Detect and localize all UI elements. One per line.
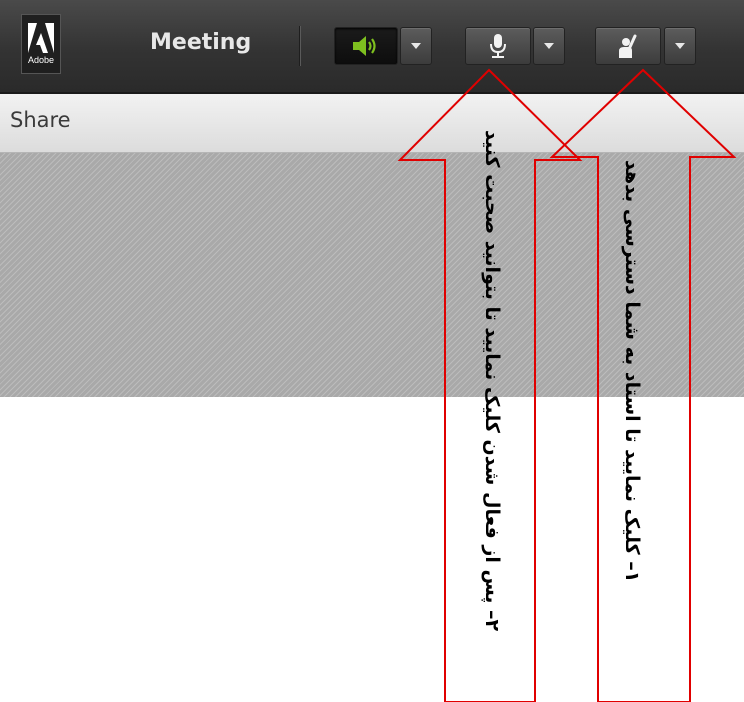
instruction-1: ۱– کلیک نمایید تا استاد به شما دسترسی بد…	[621, 160, 643, 583]
arrow-to-raise-hand	[549, 68, 737, 702]
instruction-2: ۲– پس از فعال شدن کلیک نمایید تا بتوانید…	[481, 130, 503, 632]
